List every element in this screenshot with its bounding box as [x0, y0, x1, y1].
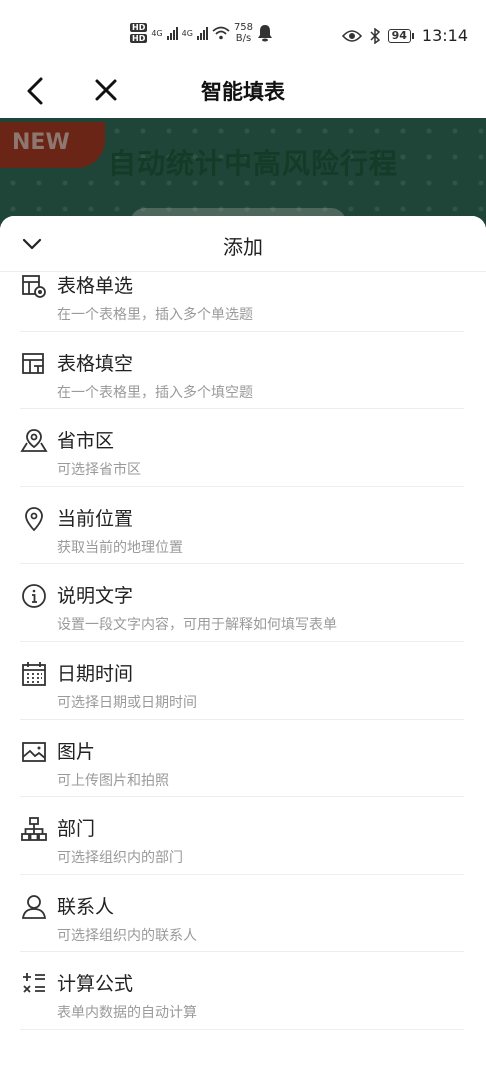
add-field-sheet: 添加 表格单选 在一个表格里，插入多个单选题 表格填空 在一个表格里，插入多个填… [0, 216, 486, 1080]
item-label: 省市区 [57, 430, 115, 453]
clock: 13:14 [421, 26, 468, 45]
status-bar: HD HD 4G 4G 758 B/s 94 13:14 [0, 0, 486, 70]
hd-icon: HD HD [130, 23, 148, 43]
nav-bar: 智能填表 [0, 70, 486, 118]
item-desc: 获取当前的地理位置 [57, 539, 183, 556]
org-tree-icon [20, 815, 48, 843]
list-item-datetime[interactable]: 日期时间 可选择日期或日期时间 [20, 642, 464, 720]
info-icon [20, 582, 48, 610]
item-label: 部门 [57, 818, 96, 841]
calendar-icon [20, 660, 48, 688]
item-desc: 可选择组织内的部门 [57, 850, 183, 867]
table-fill-icon [20, 350, 48, 378]
item-desc: 在一个表格里，插入多个填空题 [57, 384, 253, 401]
item-desc: 在一个表格里，插入多个单选题 [57, 307, 253, 323]
network-type-2: 4G [181, 28, 193, 38]
qq-bell-icon [258, 25, 273, 42]
network-type-1: 4G [151, 28, 163, 38]
item-label: 说明文字 [57, 585, 134, 608]
list-item-formula[interactable]: 计算公式 表单内数据的自动计算 [20, 952, 464, 1030]
item-label: 表格填空 [57, 352, 134, 375]
item-desc: 设置一段文字内容，可用于解释如何填写表单 [57, 617, 337, 634]
list-item-contact[interactable]: 联系人 可选择组织内的联系人 [20, 875, 464, 953]
list-item-region[interactable]: 省市区 可选择省市区 [20, 409, 464, 487]
sheet-title: 添加 [223, 235, 263, 259]
field-type-list: 表格单选 在一个表格里，插入多个单选题 表格填空 在一个表格里，插入多个填空题 … [0, 254, 486, 1030]
list-item-table-fill[interactable]: 表格填空 在一个表格里，插入多个填空题 [20, 332, 464, 410]
bluetooth-icon [370, 27, 380, 44]
formula-icon [20, 970, 48, 998]
item-desc: 可选择日期或日期时间 [57, 694, 197, 711]
wifi-icon [212, 26, 230, 40]
item-desc: 可选择组织内的联系人 [57, 927, 197, 944]
item-desc: 表单内数据的自动计算 [57, 1005, 197, 1022]
item-desc: 可选择省市区 [57, 462, 141, 479]
dim-overlay[interactable] [0, 118, 486, 228]
list-item-department[interactable]: 部门 可选择组织内的部门 [20, 797, 464, 875]
status-icons-left: HD HD 4G 4G 758 B/s [130, 22, 273, 44]
battery-icon: 94 [387, 28, 414, 43]
list-item-description-text[interactable]: 说明文字 设置一段文字内容，可用于解释如何填写表单 [20, 564, 464, 642]
signal-icon [196, 26, 208, 40]
list-item-location[interactable]: 当前位置 获取当前的地理位置 [20, 487, 464, 565]
table-radio-icon [20, 272, 48, 300]
list-item-image[interactable]: 图片 可上传图片和拍照 [20, 720, 464, 798]
item-desc: 可上传图片和拍照 [57, 772, 169, 789]
item-label: 计算公式 [57, 973, 134, 996]
contact-icon [20, 893, 48, 921]
network-speed: 758 B/s [233, 22, 254, 44]
item-label: 日期时间 [57, 662, 134, 685]
page-title: 智能填表 [201, 80, 285, 104]
sheet-header: 添加 [0, 216, 486, 272]
location-pin-icon [20, 505, 48, 533]
status-icons-right: 94 13:14 [341, 26, 468, 45]
map-region-icon [20, 427, 48, 455]
item-label: 当前位置 [57, 507, 134, 530]
item-label: 联系人 [57, 895, 115, 918]
item-label: 图片 [57, 740, 96, 763]
item-label: 表格单选 [57, 275, 134, 297]
signal-icon [166, 26, 178, 40]
eye-icon [341, 29, 362, 42]
image-icon [20, 738, 48, 766]
